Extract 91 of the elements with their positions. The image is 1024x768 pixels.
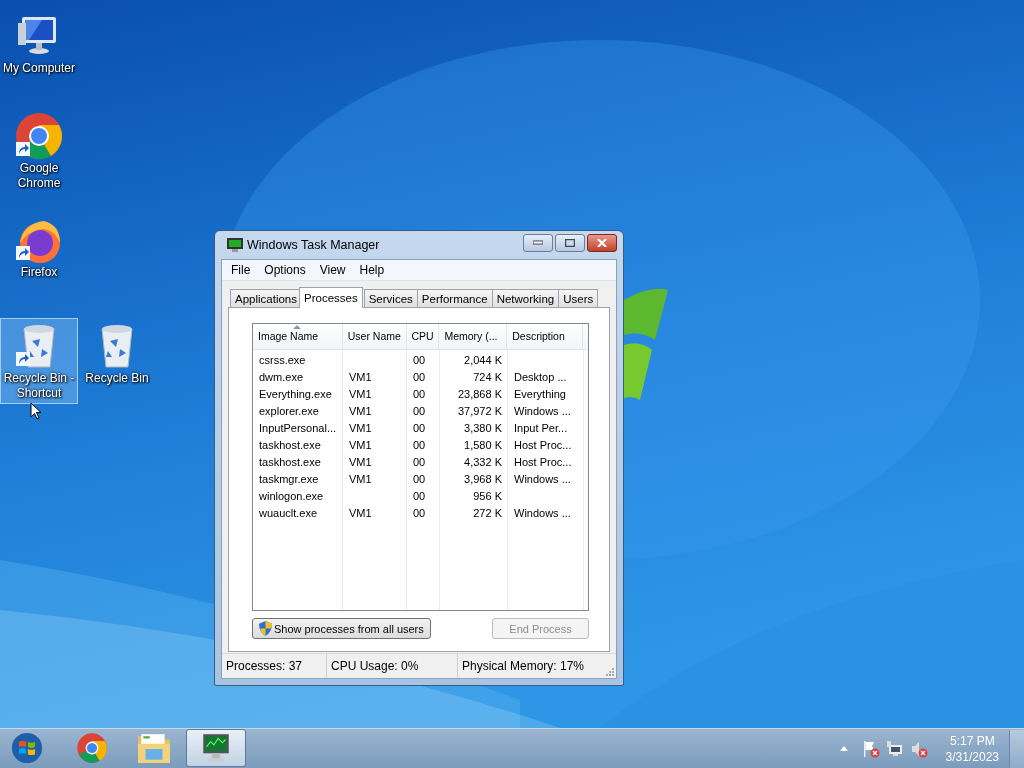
table-cell: 272 K (473, 506, 502, 519)
tab[interactable]: Networking (491, 289, 560, 307)
chrome-icon (75, 732, 109, 764)
column-header[interactable]: Description (507, 324, 583, 349)
table-cell: 2,044 K (464, 353, 502, 366)
status-text: Physical Memory: 17% (461, 658, 586, 675)
table-cell: 00 (413, 353, 426, 366)
table-cell: 00 (413, 489, 426, 502)
close-icon (597, 239, 607, 247)
tab[interactable]: Applications (230, 289, 302, 307)
table-cell: Input Per... (514, 421, 568, 434)
table-cell: Windows ... (514, 506, 571, 519)
menu-item[interactable]: Options (258, 263, 312, 277)
desktop-icon[interactable]: Firefox (0, 212, 78, 298)
table-cell: csrss.exe (259, 353, 306, 366)
table-cell: taskhost.exe (259, 438, 321, 451)
flag-icon[interactable] (861, 739, 880, 758)
network-icon[interactable] (885, 739, 904, 758)
table-cell: 00 (413, 404, 426, 417)
folder-icon (137, 732, 171, 764)
table-cell: 4,332 K (464, 455, 502, 468)
table-cell: 724 K (473, 370, 502, 383)
table-cell: VM1 (349, 438, 372, 451)
table-cell: Host Proc... (514, 438, 572, 451)
table-cell: VM1 (349, 370, 372, 383)
table-cell: 00 (413, 472, 426, 485)
column-header[interactable]: Image Name (253, 324, 343, 349)
taskbar-button[interactable] (186, 729, 246, 767)
window-title: Windows Task Manager (247, 238, 380, 252)
table-cell: 956 K (473, 489, 502, 502)
desktop-icon[interactable]: My Computer (0, 8, 78, 94)
table-cell: 23,868 K (457, 387, 502, 400)
table-cell: VM1 (349, 421, 372, 434)
tab[interactable]: Performance (416, 289, 493, 307)
table-cell: explorer.exe (259, 404, 319, 417)
table-cell: 00 (413, 421, 426, 434)
desktop-icon[interactable]: Google Chrome (0, 108, 78, 194)
table-cell: VM1 (349, 404, 372, 417)
table-cell: Windows ... (514, 404, 571, 417)
table-cell: dwm.exe (259, 370, 304, 383)
table-cell: 3,968 K (464, 472, 502, 485)
table-cell: 37,972 K (457, 404, 502, 417)
clock-date: 3/31/2023 (945, 748, 999, 765)
tab[interactable]: Users (558, 289, 599, 307)
maximize-button[interactable] (555, 234, 585, 252)
table-cell: winlogon.exe (259, 489, 324, 502)
table-cell: Everything.exe (259, 387, 332, 400)
table-cell: Desktop ... (514, 370, 567, 383)
monitor-icon (227, 238, 243, 252)
table-cell: VM1 (349, 506, 372, 519)
table-cell: wuauclt.exe (259, 506, 318, 519)
minimize-button[interactable] (523, 234, 553, 252)
table-cell: 00 (413, 370, 426, 383)
cursor-icon (30, 402, 42, 420)
table-cell: Windows ... (514, 472, 571, 485)
table-cell: 00 (413, 438, 426, 451)
close-button[interactable] (587, 234, 617, 252)
desktop-icon[interactable]: Recycle Bin (78, 318, 156, 404)
table-cell: Everything (514, 387, 566, 400)
table-cell: 1,580 K (464, 438, 502, 451)
show-hidden-icons-icon[interactable] (839, 746, 848, 751)
show-all-users-button[interactable]: Show processes from all users (252, 618, 431, 639)
clock-time: 5:17 PM (949, 732, 995, 749)
table-cell: InputPersonal... (259, 421, 337, 434)
shield-icon (259, 621, 272, 636)
table-cell: VM1 (349, 455, 372, 468)
column-header[interactable]: User Name (342, 324, 407, 349)
column-header[interactable]: Memory (... (439, 324, 508, 349)
table-cell: VM1 (349, 472, 372, 485)
tab[interactable]: Processes (299, 287, 363, 308)
windows-orb-icon (10, 732, 44, 764)
sort-arrow-icon (293, 325, 302, 329)
table-cell: 00 (413, 387, 426, 400)
table-cell: 00 (413, 455, 426, 468)
status-text: CPU Usage: 0% (327, 654, 458, 678)
table-cell: 00 (413, 506, 426, 519)
resize-grip-icon (606, 668, 614, 676)
show-desktop-button[interactable] (1009, 729, 1024, 768)
maximize-icon (565, 239, 575, 247)
menu-item[interactable]: View (313, 263, 352, 277)
table-cell: taskmgr.exe (259, 472, 319, 485)
table-cell: taskhost.exe (259, 455, 321, 468)
menu-item[interactable]: Help (353, 263, 391, 277)
column-header[interactable]: CPU (406, 324, 440, 349)
table-cell: VM1 (349, 387, 372, 400)
menu-item[interactable]: File (225, 263, 257, 277)
table-cell: 3,380 K (464, 421, 502, 434)
status-text: Processes: 37 (222, 654, 327, 678)
table-cell: Host Proc... (514, 455, 572, 468)
minimize-icon (533, 239, 543, 247)
tab[interactable]: Services (363, 289, 418, 307)
